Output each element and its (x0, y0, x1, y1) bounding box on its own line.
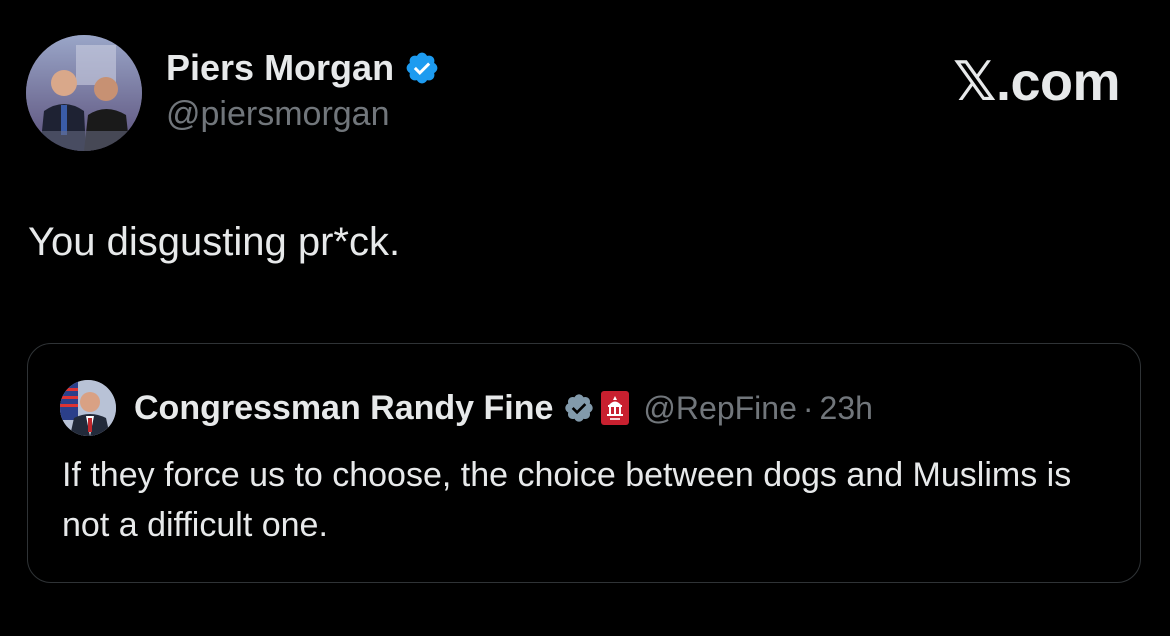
quoted-author-handle[interactable]: @RepFine (643, 390, 796, 427)
verified-badge-icon (406, 52, 438, 84)
brand-wordmark: 𝕏.com (952, 52, 1121, 112)
post-screenshot: Piers Morgan @piersmorgan 𝕏.com You disg… (0, 0, 1170, 636)
author-handle[interactable]: @piersmorgan (166, 95, 390, 134)
quoted-post-card[interactable]: Congressman Randy Fine @RepFine · 23h If… (27, 343, 1141, 583)
quoted-author-name[interactable]: Congressman Randy Fine (134, 389, 553, 428)
avatar-photo-icon (26, 35, 142, 151)
verified-badge-icon (565, 394, 594, 422)
quoted-author-avatar[interactable] (60, 380, 116, 436)
author-name-row[interactable]: Piers Morgan (166, 45, 440, 91)
quoted-post-text: If they force us to choose, the choice b… (62, 456, 1072, 544)
author-avatar[interactable] (26, 35, 142, 151)
post-timestamp[interactable]: 23h (820, 390, 873, 427)
quoted-header: Congressman Randy Fine @RepFine · 23h (134, 384, 873, 432)
meta-separator: · (802, 389, 814, 426)
house-gop-badge-icon (601, 391, 630, 425)
post-text: You disgusting pr*ck. (28, 220, 401, 264)
author-name[interactable]: Piers Morgan (166, 47, 394, 89)
avatar-photo-icon (60, 380, 116, 436)
